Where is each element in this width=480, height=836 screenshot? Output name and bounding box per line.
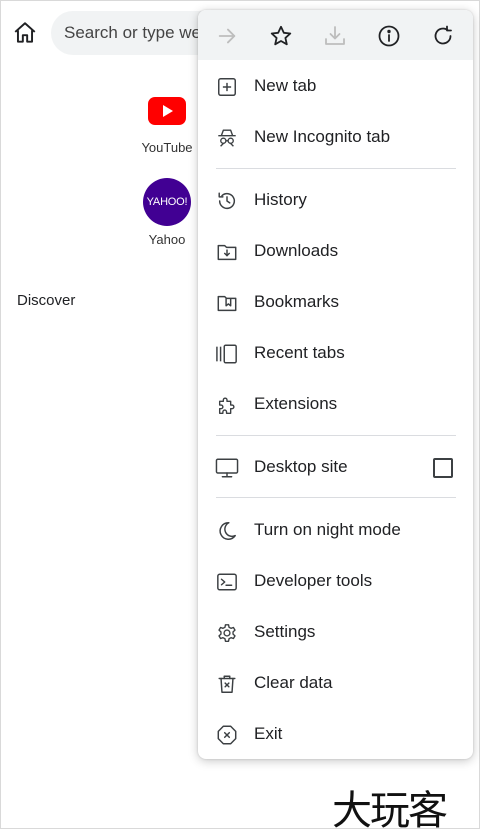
forward-arrow-icon [216, 25, 238, 47]
menu-item-label: Settings [254, 622, 316, 641]
discover-heading: Discover [17, 292, 76, 309]
menu-item-desktop-site[interactable]: Desktop site [198, 444, 473, 490]
overflow-menu: New tab New Incognito tab History Downlo… [198, 10, 473, 759]
menu-item-label: Recent tabs [254, 343, 345, 362]
menu-item-new-tab[interactable]: New tab [198, 63, 473, 109]
menu-divider [216, 168, 456, 169]
gear-icon [214, 621, 240, 645]
menu-item-new-incognito-tab[interactable]: New Incognito tab [198, 114, 473, 160]
menu-item-label: Desktop site [254, 457, 348, 476]
star-icon [269, 24, 293, 48]
moon-icon [214, 519, 240, 543]
menu-item-label: Clear data [254, 673, 333, 692]
menu-item-label: Exit [254, 724, 283, 743]
shortcut-label: YouTube [141, 140, 193, 155]
menu-item-extensions[interactable]: Extensions [198, 381, 473, 427]
bookmark-star-button[interactable] [268, 23, 294, 49]
menu-item-label: Downloads [254, 241, 339, 260]
menu-item-history[interactable]: History [198, 177, 473, 223]
home-button[interactable] [12, 20, 40, 48]
youtube-logo-icon [144, 88, 190, 134]
yahoo-logo-icon: YAHOO! [143, 178, 191, 226]
plus-square-icon [214, 75, 240, 99]
download-page-button[interactable] [322, 23, 348, 49]
menu-item-label: History [254, 190, 307, 209]
shortcut-youtube[interactable]: YouTube [132, 88, 202, 155]
terminal-icon [214, 570, 240, 594]
history-icon [214, 189, 240, 213]
desktop-site-checkbox[interactable] [433, 458, 453, 478]
info-icon [377, 24, 401, 48]
puzzle-icon [214, 393, 240, 417]
menu-item-recent-tabs[interactable]: Recent tabs [198, 330, 473, 376]
omnibox-placeholder: Search or type we [64, 23, 202, 42]
shortcut-label: Yahoo [148, 232, 186, 247]
menu-divider [216, 435, 456, 436]
trash-icon [214, 672, 240, 696]
menu-item-label: New Incognito tab [254, 127, 391, 146]
menu-item-label: Extensions [254, 394, 338, 413]
yahoo-logo-text: YAHOO! [146, 196, 188, 208]
menu-item-label: Developer tools [254, 571, 373, 590]
shortcut-yahoo[interactable]: YAHOO! Yahoo [132, 178, 202, 247]
download-icon [323, 24, 347, 48]
forward-button[interactable] [214, 23, 240, 49]
exit-icon [214, 723, 240, 747]
menu-item-label: Turn on night mode [254, 520, 401, 539]
menu-item-downloads[interactable]: Downloads [198, 228, 473, 274]
menu-item-clear-data[interactable]: Clear data [198, 660, 473, 706]
bookmarks-icon [214, 291, 240, 315]
monitor-icon [214, 456, 240, 480]
menu-item-label: Bookmarks [254, 292, 340, 311]
menu-item-developer-tools[interactable]: Developer tools [198, 558, 473, 604]
recent-tabs-icon [214, 342, 240, 366]
incognito-icon [214, 126, 240, 150]
menu-item-label: New tab [254, 76, 317, 95]
menu-item-night-mode[interactable]: Turn on night mode [198, 507, 473, 553]
download-folder-icon [214, 240, 240, 264]
reload-button[interactable] [430, 23, 456, 49]
menu-item-bookmarks[interactable]: Bookmarks [198, 279, 473, 325]
menu-item-exit[interactable]: Exit [198, 711, 473, 757]
menu-item-settings[interactable]: Settings [198, 609, 473, 655]
home-icon [12, 20, 40, 46]
reload-icon [431, 24, 455, 48]
menu-divider [216, 497, 456, 498]
menu-toolbar [198, 10, 473, 60]
watermark-logo: 大玩客 [332, 788, 448, 834]
page-info-button[interactable] [376, 23, 402, 49]
